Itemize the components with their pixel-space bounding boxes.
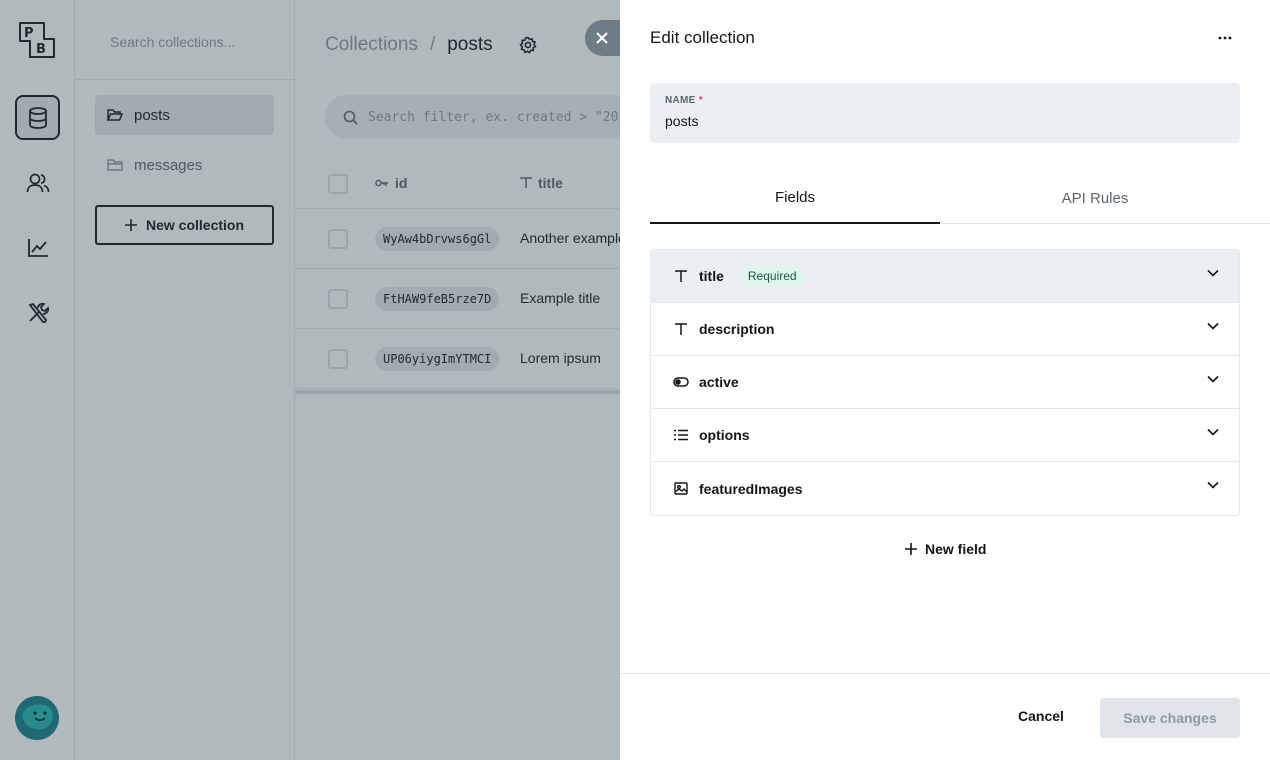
- plus-icon: [905, 543, 917, 555]
- name-field-label: NAME *: [665, 95, 1225, 106]
- close-icon: [596, 32, 608, 44]
- name-label-text: NAME: [665, 95, 696, 106]
- toggle-icon: [673, 377, 689, 387]
- field-row-description[interactable]: description: [651, 303, 1239, 356]
- chevron-down-icon[interactable]: [1207, 269, 1219, 277]
- tab-fields[interactable]: Fields: [650, 172, 940, 224]
- more-horizontal-icon: [1218, 36, 1232, 40]
- image-icon: [674, 482, 688, 495]
- required-mark: *: [698, 95, 703, 106]
- cancel-button[interactable]: Cancel: [1018, 708, 1064, 724]
- chevron-down-icon[interactable]: [1207, 428, 1219, 436]
- panel-footer: Cancel Save changes: [620, 673, 1270, 760]
- edit-collection-panel: Edit collection NAME * posts Fields API …: [620, 0, 1270, 760]
- collection-name-input[interactable]: posts: [665, 113, 1225, 129]
- save-changes-button[interactable]: Save changes: [1100, 698, 1240, 738]
- chevron-down-icon[interactable]: [1207, 322, 1219, 330]
- collection-name-field[interactable]: NAME * posts: [650, 83, 1240, 143]
- field-row-featuredImages[interactable]: featuredImages: [651, 462, 1239, 515]
- field-name: featuredImages: [699, 480, 803, 497]
- chevron-down-icon[interactable]: [1207, 375, 1219, 383]
- text-icon: [675, 322, 687, 335]
- close-panel-button[interactable]: [585, 20, 625, 56]
- field-row-active[interactable]: active: [651, 356, 1239, 409]
- field-name: title: [699, 268, 724, 284]
- more-options-button[interactable]: [1210, 28, 1240, 48]
- field-name: options: [699, 427, 750, 443]
- new-field-button[interactable]: New field: [905, 541, 986, 557]
- text-icon: [675, 269, 687, 282]
- panel-tabs: Fields API Rules: [650, 172, 1270, 224]
- new-field-label: New field: [925, 541, 987, 557]
- field-row-options[interactable]: options: [651, 409, 1239, 462]
- chevron-down-icon[interactable]: [1207, 481, 1219, 489]
- field-row-title[interactable]: title Required: [651, 250, 1239, 303]
- field-name: description: [699, 321, 775, 337]
- panel-title: Edit collection: [650, 28, 755, 47]
- modal-backdrop[interactable]: [0, 0, 620, 760]
- tab-api-rules[interactable]: API Rules: [950, 172, 1240, 224]
- list-icon: [674, 429, 688, 441]
- schema-fields-list: title Required description active option…: [650, 249, 1240, 516]
- required-badge: Required: [739, 266, 805, 286]
- field-name: active: [699, 374, 739, 390]
